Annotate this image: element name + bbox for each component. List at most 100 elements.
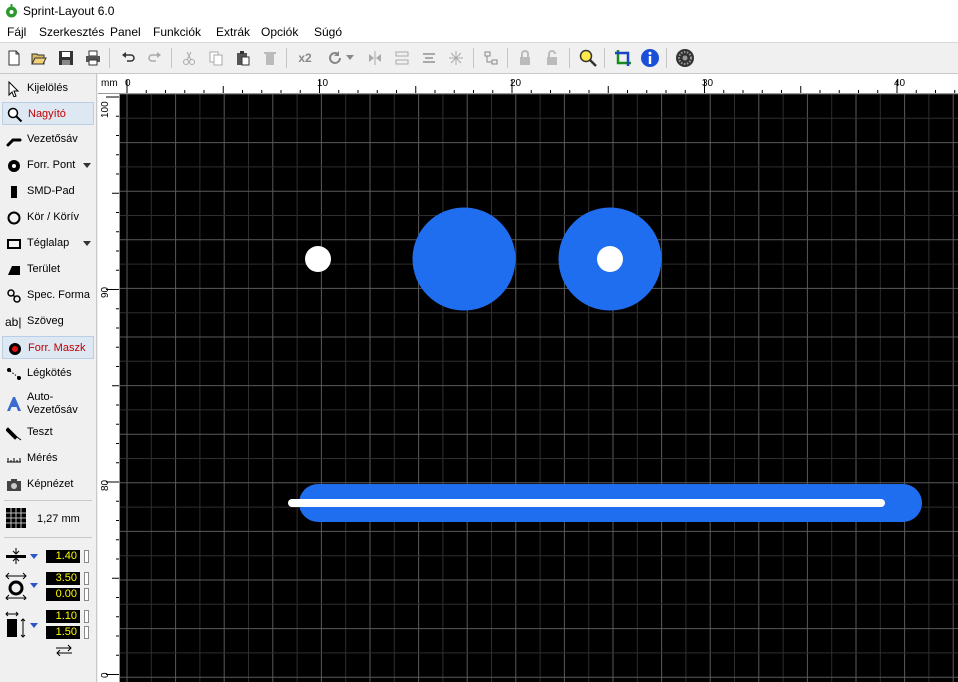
new-icon[interactable] (3, 47, 25, 69)
panel-separator (4, 537, 92, 538)
tool-rectangle[interactable]: Téglalap (2, 232, 94, 255)
rotate-dropdown-icon[interactable] (344, 47, 356, 69)
track-width-dropdown-icon[interactable] (30, 554, 38, 559)
save-icon[interactable] (55, 47, 77, 69)
tool-autoroute[interactable]: Auto- Vezetősáv (2, 388, 94, 420)
tool-label: Terület (27, 263, 61, 275)
camera-icon (7, 479, 21, 491)
toolbar-separator (473, 48, 474, 68)
track-width-value[interactable]: 1.40 (46, 550, 80, 563)
pad-hole[interactable] (597, 246, 623, 272)
menu-panel[interactable]: Panel (110, 25, 141, 39)
select-arrow-icon (8, 81, 20, 97)
chevron-down-icon[interactable] (83, 241, 91, 246)
mirror-v-icon[interactable] (391, 47, 413, 69)
duplicate-icon[interactable]: x2 (294, 47, 316, 69)
tool-track[interactable]: Vezetősáv (2, 128, 94, 151)
smd-width-value[interactable]: 1.10 (46, 610, 80, 623)
menu-file[interactable]: Fájl (7, 25, 26, 39)
tool-label: SMD-Pad (27, 185, 75, 197)
grid-size-label[interactable]: 1,27 mm (37, 513, 80, 525)
tool-smd-pad[interactable]: SMD-Pad (2, 180, 94, 203)
toolbar: x2 (0, 42, 958, 74)
copper-pad[interactable] (412, 207, 516, 311)
unlock-icon[interactable] (541, 47, 563, 69)
menu-edit[interactable]: Szerkesztés (39, 25, 104, 39)
tool-label: Mérés (27, 452, 58, 464)
pad-size-dropdown-icon[interactable] (30, 583, 38, 588)
connection-icon[interactable] (480, 47, 502, 69)
smd-pad-icon (11, 186, 17, 198)
print-icon[interactable] (82, 47, 104, 69)
swap-icon[interactable] (54, 644, 74, 656)
ruler-top-label: 40 (894, 78, 906, 89)
group-icon[interactable] (445, 47, 467, 69)
tool-solder-pad[interactable]: Forr. Pont (2, 154, 94, 177)
zoom-icon[interactable] (577, 47, 599, 69)
test-icon (6, 427, 22, 441)
mirror-h-icon[interactable] (364, 47, 386, 69)
info-icon[interactable] (639, 47, 661, 69)
rotate-icon[interactable] (324, 47, 346, 69)
tool-label: Nagyító (28, 108, 66, 120)
measure-icon (7, 458, 21, 463)
chevron-down-icon[interactable] (83, 163, 91, 168)
solder-mask-icon (9, 343, 21, 355)
track-width-icon (6, 548, 26, 564)
tool-label: Vezetősáv (27, 133, 78, 145)
tool-test[interactable]: Teszt (2, 421, 94, 444)
copy-icon[interactable] (205, 47, 227, 69)
settings-icon[interactable] (674, 47, 696, 69)
menu-functions[interactable]: Funkciók (153, 25, 201, 39)
tool-area[interactable]: Terület (2, 258, 94, 281)
redo-icon[interactable] (144, 47, 166, 69)
pad-outer-stepper[interactable] (84, 572, 89, 585)
smd-height-value[interactable]: 1.50 (46, 626, 80, 639)
ruler-unit: mm (101, 78, 118, 89)
tool-label: Légkötés (27, 367, 72, 379)
smd-width-stepper[interactable] (84, 610, 89, 623)
magnifier-icon (7, 107, 23, 123)
tool-select[interactable]: Kijelölés (2, 77, 94, 100)
toolbar-separator (171, 48, 172, 68)
tool-special-shape[interactable]: Spec. Forma (2, 284, 94, 307)
tool-label: Teszt (27, 426, 53, 438)
pad-inner-stepper[interactable] (84, 588, 89, 601)
track-width-stepper[interactable] (84, 550, 89, 563)
menu-options[interactable]: Opciók (261, 25, 298, 39)
ruler-top-label: 10 (317, 78, 329, 89)
tool-circle[interactable]: Kör / Körív (2, 206, 94, 229)
solder-hole[interactable] (305, 246, 331, 272)
paste-icon[interactable] (232, 47, 254, 69)
rectangle-icon (7, 239, 21, 249)
tool-airwire[interactable]: Légkötés (2, 362, 94, 385)
area-icon (8, 266, 20, 275)
pad-inner-value[interactable]: 0.00 (46, 588, 80, 601)
smd-size-dropdown-icon[interactable] (30, 623, 38, 628)
menu-help[interactable]: Súgó (314, 25, 342, 39)
tool-label: Szöveg (27, 315, 64, 327)
lock-icon[interactable] (514, 47, 536, 69)
tool-measure[interactable]: Mérés (2, 447, 94, 470)
pcb-canvas[interactable] (120, 94, 958, 682)
toolbar-separator (109, 48, 110, 68)
tool-solder-mask[interactable]: Forr. Maszk (2, 336, 94, 359)
tool-zoom[interactable]: Nagyító (2, 102, 94, 125)
grid-icon[interactable] (6, 508, 26, 528)
menu-extras[interactable]: Extrák (216, 25, 250, 39)
pad-outer-value[interactable]: 3.50 (46, 572, 80, 585)
crop-icon[interactable] (612, 47, 634, 69)
ruler-left-label: 0 (100, 672, 111, 678)
undo-icon[interactable] (117, 47, 139, 69)
cut-icon[interactable] (178, 47, 200, 69)
open-icon[interactable] (28, 47, 50, 69)
align-icon[interactable] (418, 47, 440, 69)
toolbar-separator (507, 48, 508, 68)
panel-separator (4, 500, 92, 501)
tool-photoview[interactable]: Képnézet (2, 473, 94, 496)
text-icon: ab| (5, 315, 22, 329)
delete-icon[interactable] (259, 47, 281, 69)
tool-text[interactable]: ab| Szöveg (2, 310, 94, 333)
smd-height-stepper[interactable] (84, 626, 89, 639)
tool-label: Téglalap (27, 237, 70, 249)
